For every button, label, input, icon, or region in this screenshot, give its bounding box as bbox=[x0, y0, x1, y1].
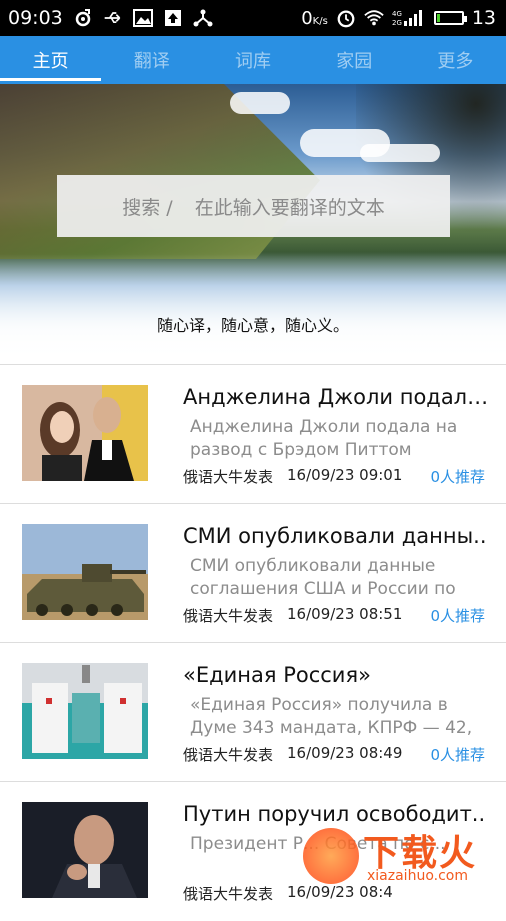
watermark-logo: 下载火 xiazaihuo.com bbox=[303, 824, 498, 894]
news-item[interactable]: СМИ опубликовали данны.. СМИ опубликовал… bbox=[0, 503, 506, 643]
news-title: Анджелина Джоли подала.. bbox=[183, 385, 491, 409]
news-title: СМИ опубликовали данны.. bbox=[183, 524, 487, 548]
tab-community[interactable]: 家园 bbox=[304, 36, 405, 84]
news-source: 俄语大牛发表 bbox=[183, 607, 274, 625]
news-recommend[interactable]: 0人推荐 bbox=[430, 605, 485, 626]
hero-cloud bbox=[230, 92, 290, 114]
news-summary: СМИ опубликовали данные соглашения США и… bbox=[190, 556, 456, 599]
news-summary: «Единая Россия» получила в Думе 343 манд… bbox=[190, 695, 473, 738]
news-meta: 俄语大牛发表 16/09/23 08:49 0人推荐 bbox=[183, 744, 485, 765]
news-meta: 俄语大牛发表 16/09/23 09:01 0人推荐 bbox=[183, 466, 485, 487]
tab-translate[interactable]: 翻译 bbox=[101, 36, 202, 84]
search-prefix: 搜索 / bbox=[122, 196, 173, 219]
watermark-url: xiazaihuo.com bbox=[367, 868, 468, 884]
news-thumbnail bbox=[22, 385, 148, 481]
tab-home[interactable]: 主页 bbox=[0, 36, 102, 84]
clock: 09:03 bbox=[8, 7, 63, 29]
news-recommend[interactable]: 0人推荐 bbox=[430, 744, 485, 765]
usb-icon bbox=[104, 12, 121, 23]
share-icon bbox=[193, 9, 213, 27]
news-time: 16/09/23 09:01 bbox=[287, 466, 403, 484]
flame-icon bbox=[303, 828, 359, 884]
status-bar: 09:03 0K/s 4G 2G 13 bbox=[0, 0, 506, 36]
news-source: 俄语大牛发表 bbox=[183, 885, 274, 903]
net-speed: 0 bbox=[301, 7, 313, 29]
battery-icon bbox=[433, 11, 467, 25]
news-thumbnail bbox=[22, 524, 148, 620]
tab-bar: 主页 翻译 词库 家园 更多 bbox=[0, 36, 506, 84]
tab-dictionary[interactable]: 词库 bbox=[202, 36, 303, 84]
news-title: Путин поручил освободит.. bbox=[183, 802, 486, 826]
news-item[interactable]: «Единая Россия» «Единая Россия» получила… bbox=[0, 642, 506, 782]
net-speed-unit: K/s bbox=[312, 15, 328, 27]
news-time: 16/09/23 08:49 bbox=[287, 744, 403, 762]
news-meta: 俄语大牛发表 16/09/23 08:51 0人推荐 bbox=[183, 605, 485, 626]
wifi-icon bbox=[364, 10, 384, 26]
upload-icon bbox=[164, 10, 181, 26]
news-thumbnail bbox=[22, 802, 148, 898]
news-item[interactable]: Анджелина Джоли подала.. Анджелина Джоли… bbox=[0, 364, 506, 504]
hero-fade bbox=[0, 254, 506, 364]
search-input[interactable]: 搜索 / 在此输入要翻译的文本 bbox=[57, 175, 450, 237]
news-thumbnail bbox=[22, 663, 148, 759]
alarm-icon bbox=[337, 10, 355, 28]
image-icon bbox=[132, 9, 153, 27]
signal-icon: 4G2G bbox=[392, 10, 422, 27]
tab-more[interactable]: 更多 bbox=[405, 36, 506, 84]
news-summary: Анджелина Джоли подала на развод с Брэдо… bbox=[190, 417, 458, 460]
svg-text:2G: 2G bbox=[392, 19, 402, 27]
svg-text:4G: 4G bbox=[392, 10, 402, 18]
news-time: 16/09/23 08:51 bbox=[287, 605, 403, 623]
news-title: «Единая Россия» bbox=[183, 663, 371, 687]
news-source: 俄语大牛发表 bbox=[183, 746, 274, 764]
news-source: 俄语大牛发表 bbox=[183, 468, 274, 486]
news-recommend[interactable]: 0人推荐 bbox=[430, 466, 485, 487]
search-placeholder: 在此输入要翻译的文本 bbox=[194, 196, 385, 219]
hero-cloud bbox=[360, 144, 440, 162]
slogan: 随心译，随心意，随心义。 bbox=[156, 316, 349, 335]
weibo-icon bbox=[75, 9, 91, 27]
battery-level: 13 bbox=[471, 7, 496, 29]
